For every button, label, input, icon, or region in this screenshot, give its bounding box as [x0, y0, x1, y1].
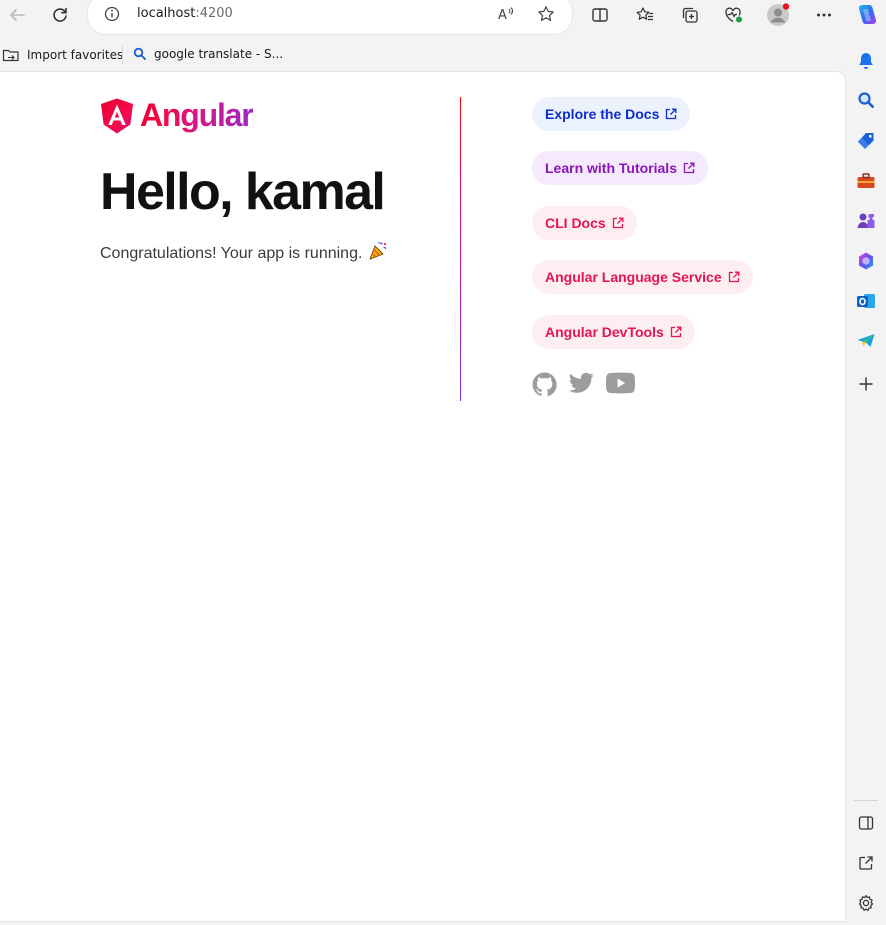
send-drop-icon[interactable] [854, 329, 878, 353]
cli-docs-link[interactable]: CLI Docs [532, 206, 637, 240]
search-icon[interactable] [854, 88, 878, 112]
favorite-label: google translate - S... [154, 47, 284, 61]
angular-logo: Angular [100, 97, 254, 134]
external-link-icon [612, 217, 624, 229]
external-link-icon [670, 326, 682, 338]
favorite-google-translate[interactable]: google translate - S... [133, 47, 283, 61]
settings-gear-icon[interactable] [854, 891, 878, 915]
link-label: Learn with Tutorials [545, 160, 677, 176]
favorites-bar: Import favorites google translate - S... [0, 40, 886, 70]
favorite-label: Import favorites [27, 48, 124, 62]
link-label: Explore the Docs [545, 106, 660, 122]
angular-shield-icon [101, 98, 133, 133]
import-folder-icon [2, 49, 19, 62]
explore-docs-link[interactable]: Explore the Docs [532, 97, 691, 131]
address-url[interactable]: localhost:4200 [137, 6, 233, 21]
favorites-icon[interactable] [632, 3, 658, 27]
external-link-icon [728, 271, 740, 283]
congratulations-text: Congratulations! Your app is running. [100, 241, 388, 266]
link-label: Angular DevTools [545, 324, 664, 340]
party-popper-icon [368, 241, 388, 266]
page-heading: Hello, kamal [100, 163, 386, 221]
shopping-tag-icon[interactable] [854, 129, 878, 153]
notifications-icon[interactable] [854, 49, 878, 73]
games-icon[interactable] [854, 209, 878, 233]
address-host: localhost [137, 6, 196, 21]
back-icon[interactable] [4, 3, 30, 27]
refresh-icon[interactable] [47, 3, 73, 27]
outlook-icon[interactable] [854, 289, 878, 313]
split-screen-icon[interactable] [587, 3, 613, 27]
search-icon [133, 47, 146, 60]
youtube-icon[interactable] [606, 372, 635, 394]
devtools-link[interactable]: Angular DevTools [532, 315, 695, 349]
more-menu-icon[interactable] [811, 3, 837, 27]
profile-avatar-icon[interactable] [765, 3, 791, 27]
language-service-link[interactable]: Angular Language Service [532, 260, 753, 294]
browser-toolbar: localhost:4200 A [0, 0, 886, 34]
external-link-icon [666, 108, 677, 120]
favorite-import-favorites[interactable]: Import favorites [2, 47, 123, 63]
browser-essentials-icon[interactable] [721, 3, 747, 27]
read-aloud-icon[interactable]: A [498, 6, 516, 26]
collections-icon[interactable] [677, 3, 703, 27]
site-info-icon[interactable] [104, 6, 120, 26]
page-viewport: Angular Hello, kamal Congratulations! Yo… [0, 72, 845, 921]
link-label: Angular Language Service [545, 269, 722, 285]
address-port: :4200 [195, 6, 233, 21]
add-icon[interactable] [854, 372, 878, 396]
github-icon[interactable] [532, 372, 557, 397]
external-link-icon [683, 162, 695, 174]
angular-wordmark: Angular [140, 97, 254, 133]
favorites-separator [122, 46, 123, 64]
link-label: CLI Docs [545, 215, 606, 231]
tools-briefcase-icon[interactable] [854, 169, 878, 193]
twitter-icon[interactable] [569, 372, 594, 394]
address-bar[interactable]: localhost:4200 A [88, 0, 572, 34]
congratulations-label: Congratulations! Your app is running. [100, 244, 363, 262]
sidebar-separator [854, 800, 878, 801]
microsoft-365-icon[interactable] [854, 249, 878, 273]
hide-sidebar-icon[interactable] [854, 811, 878, 835]
vertical-divider [460, 97, 461, 401]
external-link-icon[interactable] [854, 851, 878, 875]
edge-sidebar [846, 0, 886, 925]
favorite-star-icon[interactable] [537, 5, 555, 27]
learn-tutorials-link[interactable]: Learn with Tutorials [532, 151, 708, 185]
svg-text:A: A [498, 8, 507, 22]
